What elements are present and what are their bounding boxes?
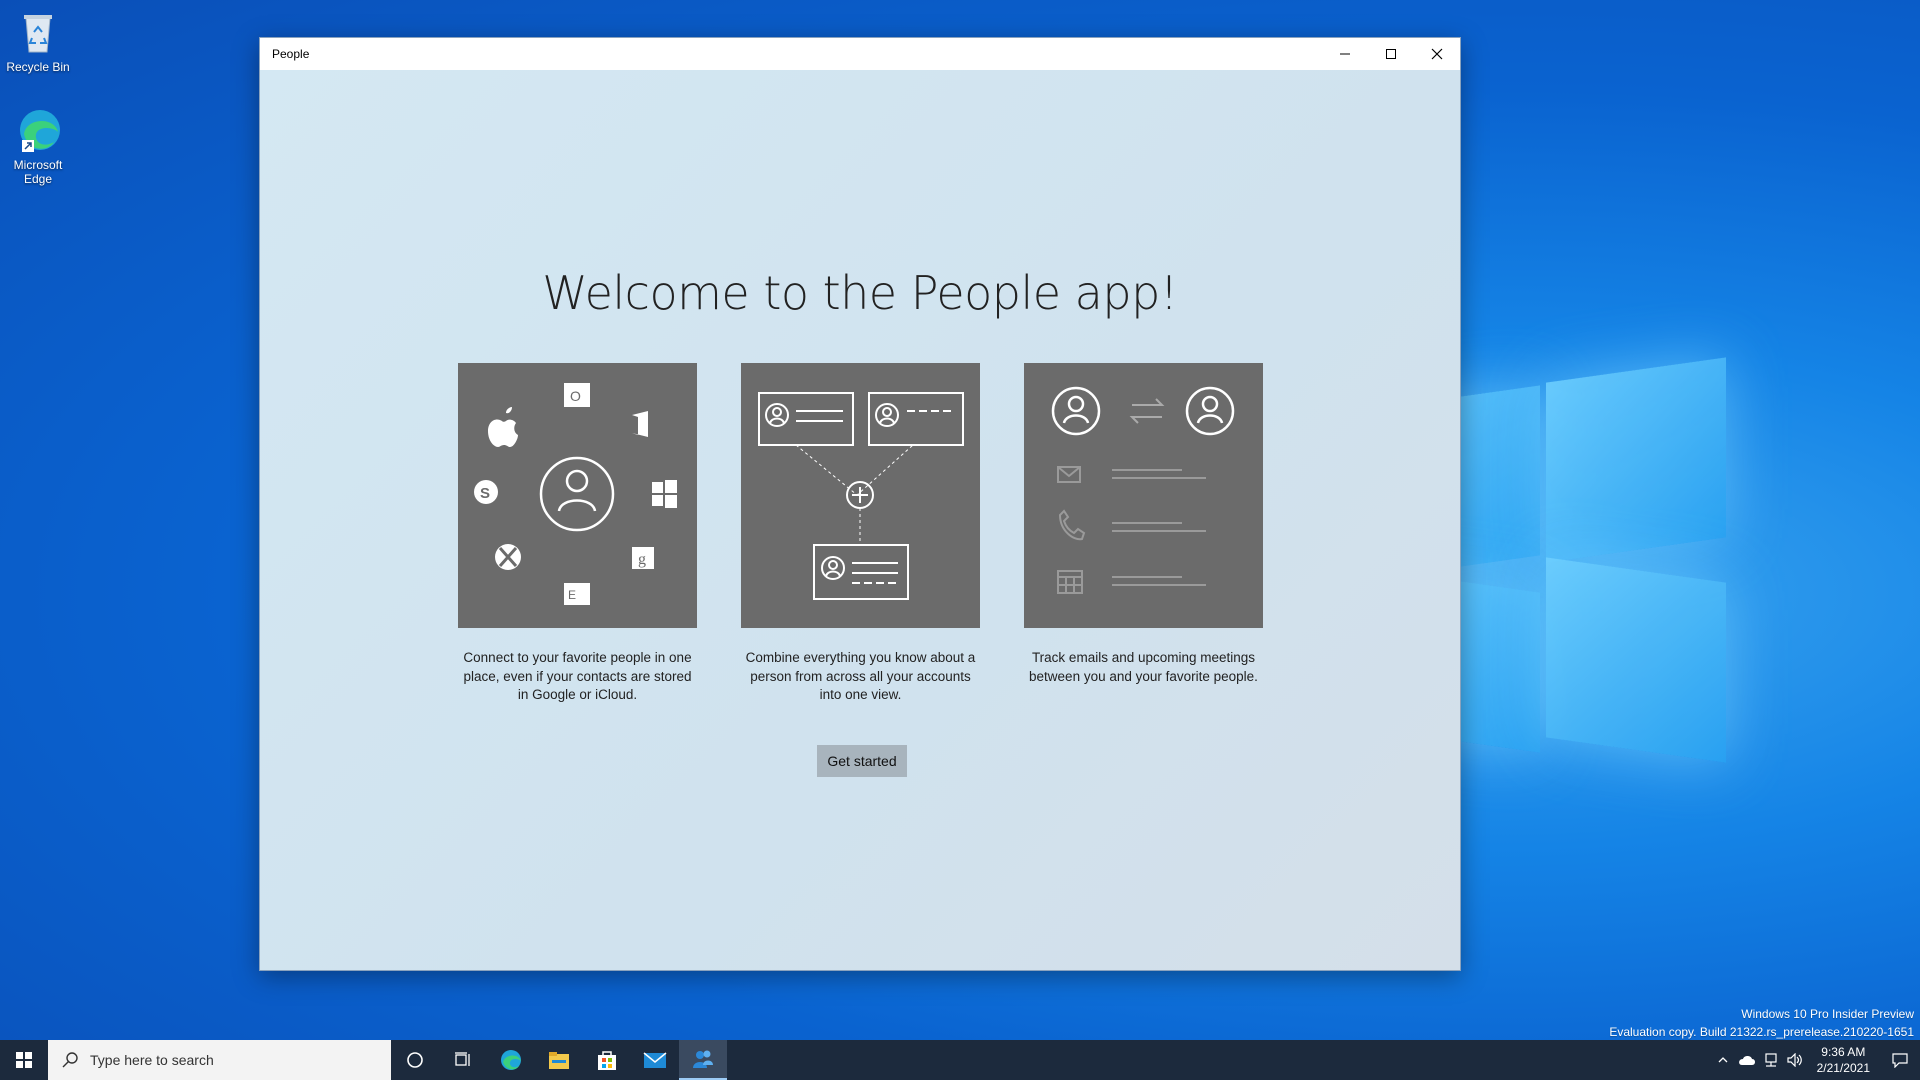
merged-contact-card-icon <box>813 544 909 600</box>
office-icon <box>632 411 648 437</box>
file-explorer-button[interactable] <box>535 1040 583 1080</box>
outlook-icon: O <box>564 383 590 407</box>
close-icon <box>1431 48 1443 60</box>
onedrive-icon <box>1738 1056 1755 1065</box>
svg-text:O: O <box>570 388 581 404</box>
get-started-button[interactable]: Get started <box>817 745 907 777</box>
contact-card-icon <box>758 392 854 446</box>
recycle-bin-icon <box>14 8 62 56</box>
swap-arrows-icon <box>1129 398 1165 424</box>
clock[interactable]: 9:36 AM 2/21/2021 <box>1807 1044 1880 1076</box>
apple-icon <box>488 407 518 447</box>
desktop-icon-label: Recycle Bin <box>6 60 70 74</box>
title-bar: People <box>260 38 1460 70</box>
maximize-icon <box>1386 49 1396 59</box>
card-description: Combine everything you know about a pers… <box>745 650 976 702</box>
build-watermark: Windows 10 Pro Insider Preview Evaluatio… <box>1609 1005 1914 1041</box>
cortana-button[interactable] <box>391 1040 439 1080</box>
desktop-icon-recycle-bin[interactable]: Recycle Bin <box>0 8 76 74</box>
svg-text:E: E <box>568 588 576 602</box>
windows-start-icon <box>16 1052 32 1068</box>
minimize-button[interactable] <box>1322 38 1368 70</box>
mail-icon <box>643 1052 667 1068</box>
people-taskbar-button[interactable] <box>679 1040 727 1080</box>
window-title: People <box>272 47 310 61</box>
card-description: Track emails and upcoming meetings betwe… <box>1029 650 1258 684</box>
taskbar-search-box[interactable]: Type here to search <box>48 1040 391 1080</box>
watermark-line: Evaluation copy. Build 21322.rs_prerelea… <box>1609 1025 1914 1039</box>
close-button[interactable] <box>1414 38 1460 70</box>
start-button[interactable] <box>0 1040 48 1080</box>
watermark-line: Windows 10 Pro Insider Preview <box>1741 1007 1914 1021</box>
task-view-button[interactable] <box>439 1040 487 1080</box>
phone-icon <box>1058 509 1086 541</box>
card-combine-illustration <box>741 363 980 628</box>
search-placeholder: Type here to search <box>90 1052 214 1068</box>
edge-taskbar-button[interactable] <box>487 1040 535 1080</box>
notification-icon <box>1892 1053 1908 1068</box>
person-circle-icon <box>1051 386 1101 436</box>
people-icon <box>693 1050 713 1068</box>
network-icon <box>1765 1053 1777 1067</box>
mail-button[interactable] <box>631 1040 679 1080</box>
taskbar: Type here to search 9:36 AM 2/21/2021 <box>0 1040 1920 1080</box>
cortana-icon <box>407 1052 423 1068</box>
maximize-button[interactable] <box>1368 38 1414 70</box>
desktop-icon-label: Microsoft Edge <box>13 158 63 186</box>
person-circle-icon <box>539 456 615 532</box>
edge-icon <box>501 1050 521 1070</box>
store-button[interactable] <box>583 1040 631 1080</box>
action-center-button[interactable] <box>1880 1040 1920 1080</box>
google-icon: g <box>632 547 654 569</box>
exchange-icon: E <box>564 583 590 605</box>
clock-date: 2/21/2021 <box>1816 1061 1870 1075</box>
svg-text:S: S <box>480 485 490 502</box>
show-hidden-icons-button[interactable] <box>1711 1040 1735 1080</box>
svg-text:g: g <box>638 551 646 568</box>
skype-icon: S <box>474 480 498 504</box>
onedrive-button[interactable] <box>1735 1040 1759 1080</box>
windows-icon <box>652 480 677 508</box>
network-button[interactable] <box>1759 1040 1783 1080</box>
welcome-heading: Welcome to the People app! <box>542 266 1178 320</box>
clock-time: 9:36 AM <box>1821 1045 1866 1059</box>
volume-icon <box>1787 1053 1802 1067</box>
people-app-window: People Welcome to the People app! O S g <box>259 37 1461 971</box>
calendar-icon <box>1057 570 1083 594</box>
edge-icon <box>14 106 62 154</box>
system-tray: 9:36 AM 2/21/2021 <box>1711 1040 1920 1080</box>
person-circle-icon <box>1185 386 1235 436</box>
card-description: Connect to your favorite people in one p… <box>463 650 692 702</box>
card-track-illustration <box>1024 363 1263 628</box>
card-connect-illustration: O S g E <box>458 363 697 628</box>
search-icon <box>62 1052 78 1068</box>
chevron-up-icon <box>1718 1057 1728 1063</box>
mail-icon <box>1057 466 1081 483</box>
file-explorer-icon <box>549 1052 569 1069</box>
desktop-icon-edge[interactable]: Microsoft Edge <box>0 106 76 186</box>
contact-card-icon <box>868 392 964 446</box>
task-view-icon <box>455 1052 470 1066</box>
xbox-icon <box>495 544 521 570</box>
store-icon <box>598 1051 616 1070</box>
volume-button[interactable] <box>1783 1040 1807 1080</box>
minimize-icon <box>1340 53 1350 55</box>
plus-icon <box>846 481 874 509</box>
